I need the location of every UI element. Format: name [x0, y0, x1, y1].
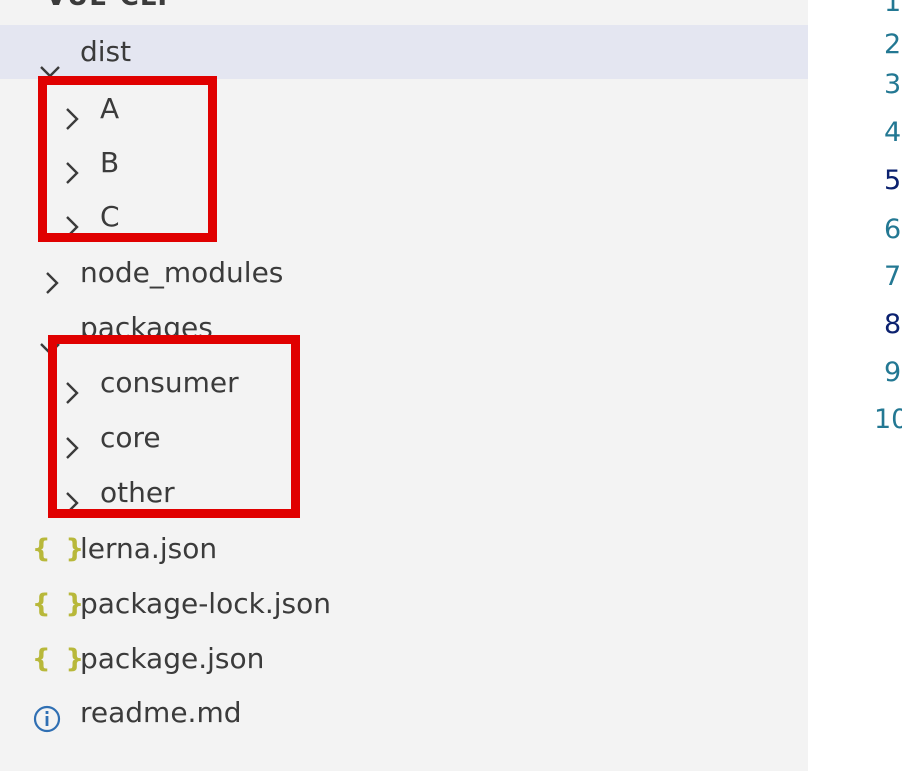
tree-item-dist[interactable]: dist	[0, 25, 808, 79]
tree-item-label: A	[100, 92, 120, 125]
json-file-icon: { }	[32, 644, 88, 674]
tree-item-node-modules[interactable]: node_modules	[0, 246, 808, 300]
tree-item-label: core	[100, 421, 161, 454]
refresh-icon[interactable]	[694, 0, 730, 6]
tree-item-lerna-json[interactable]: { } lerna.json	[0, 522, 808, 576]
tree-item-a[interactable]: A	[0, 82, 808, 136]
tree-item-label: package-lock.json	[80, 587, 331, 620]
line-number: 8	[884, 309, 902, 340]
tree-item-b[interactable]: B	[0, 136, 808, 190]
tree-item-label: node_modules	[80, 256, 284, 289]
line-number: 2	[884, 29, 902, 60]
info-icon	[32, 698, 62, 752]
line-number: 10	[874, 404, 902, 435]
tree-item-label: B	[100, 146, 120, 179]
tree-item-label: package.json	[80, 642, 265, 675]
tree-item-label: dist	[80, 35, 132, 68]
tree-item-consumer[interactable]: consumer	[0, 356, 808, 410]
tree-item-label: C	[100, 200, 120, 233]
json-file-icon: { }	[32, 534, 88, 564]
explorer-actions	[574, 0, 808, 4]
tree-item-package-lock-json[interactable]: { } package-lock.json	[0, 577, 808, 631]
tree-item-label: readme.md	[80, 696, 242, 729]
new-file-icon[interactable]	[578, 0, 614, 6]
explorer-panel: VUE-CLI dist A	[0, 0, 808, 771]
explorer-root-header[interactable]: VUE-CLI	[0, 0, 808, 12]
tree-item-readme-md[interactable]: readme.md	[0, 686, 808, 740]
line-number: 6	[884, 214, 902, 245]
chevron-down-icon	[8, 0, 30, 6]
tree-item-c[interactable]: C	[0, 190, 808, 244]
tree-item-core[interactable]: core	[0, 411, 808, 465]
collapse-all-icon[interactable]	[756, 0, 786, 6]
tree-item-other[interactable]: other	[0, 466, 808, 520]
new-folder-icon[interactable]	[634, 0, 674, 6]
tree-item-label: consumer	[100, 366, 239, 399]
line-number: 3	[884, 69, 902, 100]
tree-item-label: other	[100, 476, 175, 509]
line-number: 1	[884, 0, 902, 18]
line-number: 5	[884, 165, 902, 196]
line-number: 4	[884, 117, 902, 148]
editor-line-gutter: 1 2 3 4 5 6 7 8 9 10	[808, 0, 902, 771]
tree-item-label: packages	[80, 311, 213, 344]
explorer-root-title: VUE-CLI	[46, 0, 168, 12]
line-number: 7	[884, 261, 902, 292]
tree-item-label: lerna.json	[80, 532, 218, 565]
tree-item-package-json[interactable]: { } package.json	[0, 632, 808, 686]
json-file-icon: { }	[32, 589, 88, 619]
tree-item-packages[interactable]: packages	[0, 301, 808, 355]
line-number: 9	[884, 357, 902, 388]
